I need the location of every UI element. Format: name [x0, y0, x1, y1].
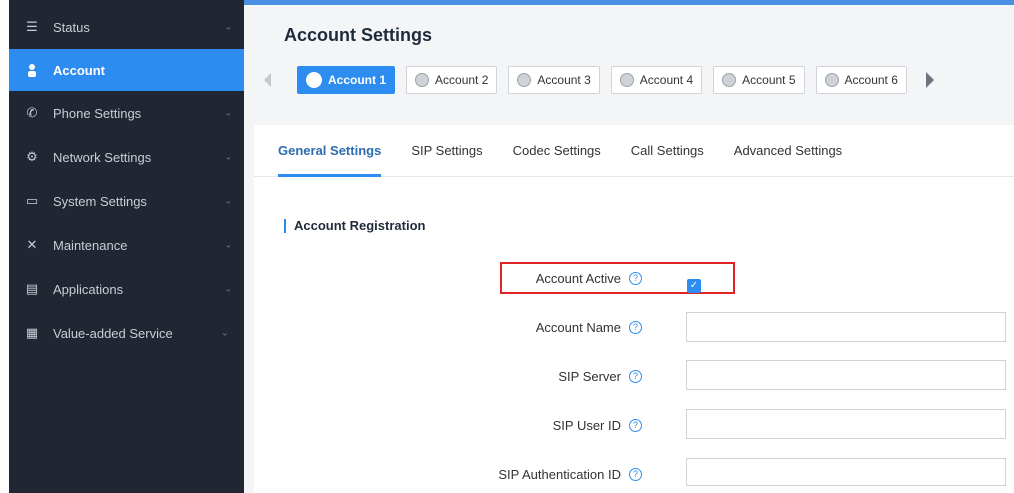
- account-label: Account 5: [742, 73, 796, 87]
- account-icon: [824, 73, 839, 87]
- account-active-checkbox[interactable]: ✓: [687, 279, 701, 293]
- tab-sip-settings[interactable]: SIP Settings: [411, 125, 482, 177]
- account-switcher: Account 1 Account 2 Account 3 Account 4 …: [264, 65, 934, 95]
- sidebar-item-label: Maintenance: [53, 237, 128, 253]
- sidebar-item-label: Account: [53, 62, 105, 78]
- sip-user-id-label: SIP User ID ?: [342, 418, 642, 433]
- account-icon: [306, 72, 322, 88]
- sidebar-item-network-settings[interactable]: ⚙ Network Settings ⌄: [9, 135, 244, 179]
- tab-general-settings[interactable]: General Settings: [278, 125, 382, 177]
- page-header: Account Settings Account 1 Account 2 Acc…: [244, 5, 1014, 105]
- field-label-text: Account Active: [535, 271, 621, 286]
- scroll-right-arrow-icon[interactable]: [925, 72, 934, 88]
- account-6-button[interactable]: Account 6: [815, 66, 907, 94]
- list-icon: ☰: [26, 19, 38, 34]
- field-label-text: SIP Server: [558, 369, 621, 384]
- account-active-label: Account Active ?: [342, 271, 642, 286]
- sidebar-item-label: Applications: [53, 281, 124, 297]
- sidebar: ☰ Status ⌄ Account ✆ Phone Settings ⌄ ⚙ …: [9, 5, 244, 493]
- sip-server-input[interactable]: [686, 360, 1006, 390]
- help-icon[interactable]: ?: [629, 419, 642, 432]
- settings-panel: General Settings SIP Settings Codec Sett…: [254, 125, 1014, 493]
- sidebar-item-value-added-service[interactable]: ▦ Value-added Service ⌄: [9, 311, 244, 355]
- sidebar-item-account[interactable]: Account: [9, 49, 244, 91]
- section-title: Account Registration: [284, 219, 425, 233]
- chevron-down-icon: ⌄: [221, 327, 229, 338]
- field-label-text: SIP Authentication ID: [498, 467, 621, 482]
- sidebar-item-label: Phone Settings: [53, 105, 142, 121]
- chevron-down-icon: ⌄: [224, 107, 232, 118]
- help-icon[interactable]: ?: [629, 321, 642, 334]
- account-5-button[interactable]: Account 5: [713, 66, 805, 94]
- field-label-text: Account Name: [535, 320, 621, 335]
- sidebar-item-label: Network Settings: [53, 149, 152, 165]
- account-name-input[interactable]: [686, 312, 1006, 342]
- account-4-button[interactable]: Account 4: [610, 66, 703, 94]
- network-icon: ⚙: [26, 149, 38, 164]
- document-icon: ▤: [25, 281, 39, 296]
- person-icon: [23, 61, 41, 79]
- sidebar-item-label: System Settings: [53, 193, 147, 209]
- tab-codec-settings[interactable]: Codec Settings: [513, 125, 601, 177]
- account-icon: [517, 73, 532, 87]
- scroll-left-arrow-icon[interactable]: [264, 73, 271, 87]
- account-1-button[interactable]: Account 1: [297, 66, 396, 94]
- sidebar-item-status[interactable]: ☰ Status ⌄: [9, 5, 244, 49]
- sip-user-id-input[interactable]: [686, 409, 1006, 439]
- account-label: Account 3: [537, 73, 591, 87]
- sip-server-label: SIP Server ?: [342, 369, 642, 384]
- grid-icon: ▦: [25, 325, 39, 340]
- chevron-down-icon: ⌄: [224, 239, 232, 250]
- sidebar-item-phone-settings[interactable]: ✆ Phone Settings ⌄: [9, 91, 244, 135]
- sip-authentication-id-label: SIP Authentication ID ?: [342, 467, 642, 482]
- chevron-down-icon: ⌄: [224, 195, 232, 206]
- field-label-text: SIP User ID: [552, 418, 621, 433]
- sip-authentication-id-input[interactable]: [686, 458, 1006, 486]
- page-title: Account Settings: [284, 25, 433, 45]
- account-2-button[interactable]: Account 2: [406, 66, 498, 94]
- chevron-down-icon: ⌄: [224, 283, 232, 294]
- account-label: Account 2: [435, 73, 489, 87]
- sidebar-item-maintenance[interactable]: ✕ Maintenance ⌄: [9, 223, 244, 267]
- account-label: Account 4: [639, 73, 694, 87]
- account-3-button[interactable]: Account 3: [508, 66, 600, 94]
- sidebar-item-system-settings[interactable]: ▭ System Settings ⌄: [9, 179, 244, 223]
- tools-icon: ✕: [26, 237, 38, 252]
- phone-icon: ✆: [26, 105, 38, 120]
- sidebar-item-label: Status: [53, 19, 90, 35]
- sidebar-item-label: Value-added Service: [53, 325, 173, 341]
- help-icon[interactable]: ?: [629, 272, 642, 285]
- tab-advanced-settings[interactable]: Advanced Settings: [734, 125, 842, 177]
- account-icon: [722, 73, 737, 87]
- account-name-label: Account Name ?: [342, 320, 642, 335]
- chevron-down-icon: ⌄: [224, 151, 232, 162]
- help-icon[interactable]: ?: [629, 468, 642, 481]
- settings-tabs: General Settings SIP Settings Codec Sett…: [254, 125, 1014, 177]
- system-icon: ▭: [25, 193, 39, 208]
- chevron-down-icon: ⌄: [224, 21, 232, 32]
- tab-call-settings[interactable]: Call Settings: [631, 125, 704, 177]
- account-icon: [415, 73, 430, 87]
- main-content: Account Settings Account 1 Account 2 Acc…: [244, 5, 1014, 493]
- sidebar-item-applications[interactable]: ▤ Applications ⌄: [9, 267, 244, 311]
- account-label: Account 1: [328, 73, 387, 87]
- help-icon[interactable]: ?: [629, 370, 642, 383]
- account-icon: [619, 73, 634, 87]
- account-label: Account 6: [844, 73, 898, 87]
